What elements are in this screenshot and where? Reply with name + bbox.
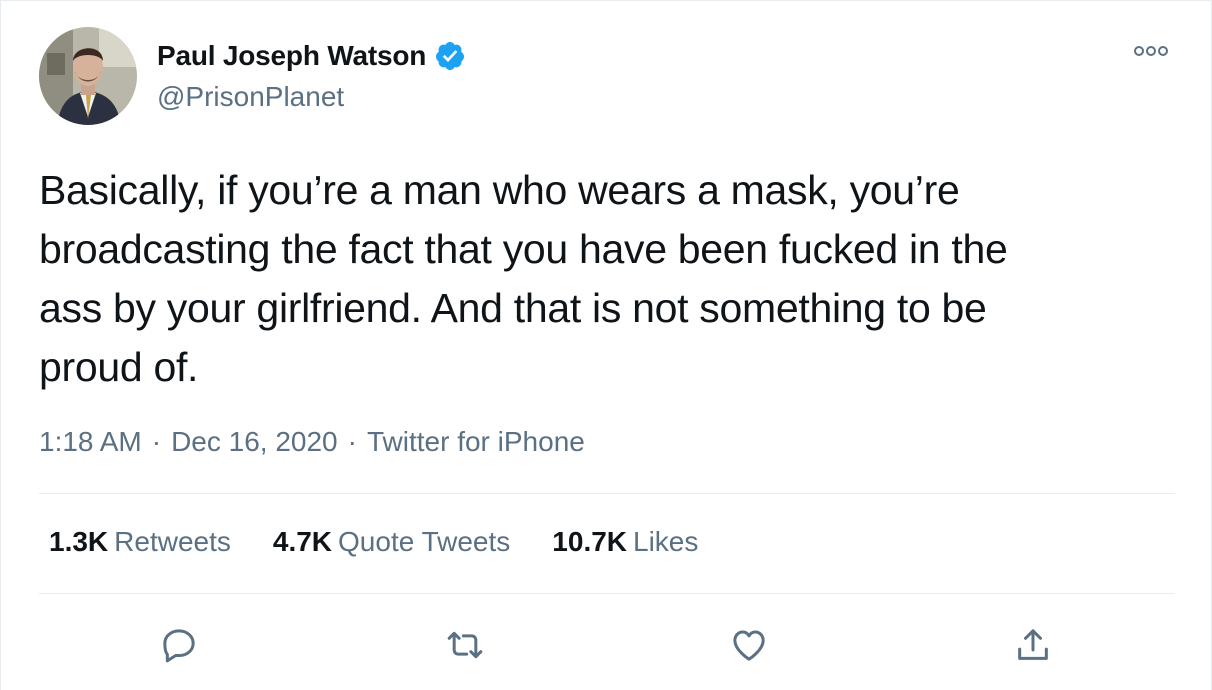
likes-count: 10.7K: [552, 526, 628, 557]
verified-badge-icon: [434, 40, 466, 72]
reply-icon[interactable]: [151, 617, 207, 673]
quote-tweets-count: 4.7K: [272, 526, 333, 557]
quote-tweets-label: Quote Tweets: [338, 526, 511, 557]
divider: [39, 493, 1175, 494]
tweet-time[interactable]: 1:18 AM: [39, 426, 142, 458]
meta-separator: ·: [151, 426, 162, 457]
tweet-actions: [39, 617, 1175, 677]
likes-stat[interactable]: 10.7K Likes: [552, 526, 698, 558]
retweet-icon[interactable]: [437, 617, 493, 673]
tweet-source[interactable]: Twitter for iPhone: [367, 426, 585, 458]
tweet-date[interactable]: Dec 16, 2020: [171, 426, 338, 458]
more-options-icon[interactable]: [1131, 39, 1171, 63]
retweets-label: Retweets: [114, 526, 231, 557]
tweet-meta: 1:18 AM · Dec 16, 2020 · Twitter for iPh…: [39, 426, 585, 458]
quote-tweets-stat[interactable]: 4.7K Quote Tweets: [273, 526, 510, 558]
retweets-stat[interactable]: 1.3K Retweets: [49, 526, 231, 558]
retweets-count: 1.3K: [49, 526, 109, 557]
tweet-stats: 1.3K Retweets 4.7K Quote Tweets 10.7K Likes: [49, 526, 740, 558]
author-names: Paul Joseph Watson @PrisonPlanet: [157, 39, 466, 113]
handle[interactable]: @PrisonPlanet: [157, 81, 466, 113]
divider: [39, 593, 1175, 594]
tweet-card: Paul Joseph Watson @PrisonPlanet Basical…: [0, 0, 1212, 690]
display-name[interactable]: Paul Joseph Watson: [157, 40, 426, 72]
avatar-photo-icon: [39, 27, 137, 125]
meta-separator: ·: [347, 426, 357, 457]
like-icon[interactable]: [721, 617, 777, 673]
avatar[interactable]: [39, 27, 137, 125]
tweet-header: Paul Joseph Watson @PrisonPlanet: [39, 27, 1179, 127]
likes-label: Likes: [633, 526, 699, 557]
share-icon[interactable]: [1005, 617, 1061, 673]
tweet-text: Basically, if you’re a man who wears a m…: [39, 167, 1008, 390]
